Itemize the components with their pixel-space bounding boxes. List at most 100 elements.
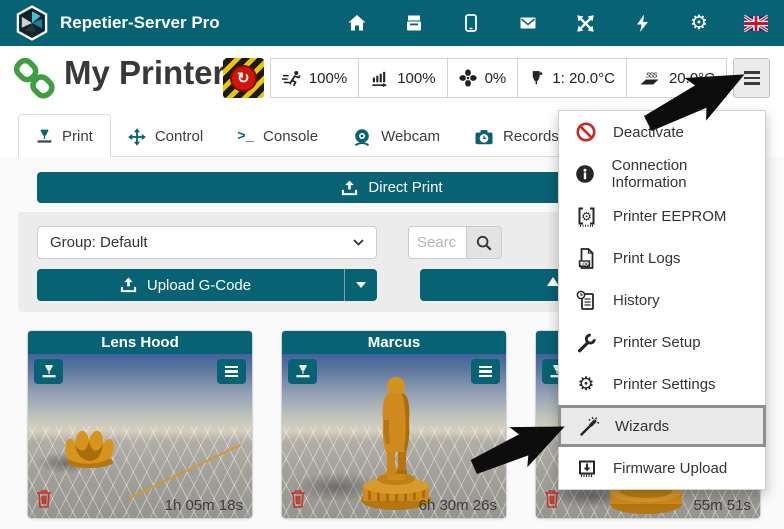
flow-value: 100% bbox=[397, 70, 435, 87]
menu-item-print-logs[interactable]: LOG Print Logs bbox=[559, 237, 765, 279]
print-time: 6h 30m 26s bbox=[419, 497, 497, 514]
mail-icon[interactable] bbox=[516, 11, 540, 35]
caret-down-icon bbox=[356, 282, 366, 288]
flow-bars-icon bbox=[370, 69, 389, 88]
group-select-value: Group: Default bbox=[50, 234, 148, 251]
estop-rotate-icon: ↻ bbox=[230, 65, 257, 92]
svg-text:LOG: LOG bbox=[580, 261, 590, 266]
group-select[interactable]: Group: Default bbox=[37, 226, 377, 259]
console-prompt-icon: >_ bbox=[237, 129, 254, 145]
speed-value: 100% bbox=[309, 70, 347, 87]
mobile-icon[interactable] bbox=[459, 11, 483, 35]
menu-item-label: Printer Setup bbox=[613, 334, 701, 351]
bolt-icon[interactable] bbox=[630, 11, 654, 35]
card-menu-button[interactable] bbox=[471, 359, 500, 384]
gcode-preview[interactable]: 6h 30m 26s bbox=[282, 354, 506, 518]
delete-button[interactable] bbox=[36, 489, 52, 513]
menu-item-label: Wizards bbox=[615, 418, 669, 435]
print-icon bbox=[41, 364, 57, 379]
language-flag-icon[interactable] bbox=[744, 11, 768, 35]
tab-bar: Print Control >_ Console Webcam Records bbox=[18, 114, 576, 157]
gcode-card-title: Marcus bbox=[282, 331, 506, 354]
fan-icon bbox=[459, 69, 477, 87]
tab-webcam[interactable]: Webcam bbox=[335, 116, 457, 157]
search-icon bbox=[475, 234, 493, 252]
delete-button[interactable] bbox=[290, 489, 306, 513]
tab-print-label: Print bbox=[62, 128, 93, 145]
tab-webcam-label: Webcam bbox=[381, 128, 440, 145]
menu-item-label: Printer EEPROM bbox=[613, 208, 726, 225]
webcam-icon bbox=[352, 127, 372, 147]
menu-item-wizards[interactable]: Wizards bbox=[558, 405, 766, 447]
upload-icon bbox=[341, 180, 358, 196]
card-print-button[interactable] bbox=[288, 359, 317, 384]
fan-status[interactable]: 0% bbox=[448, 58, 519, 98]
print-time: 55m 51s bbox=[693, 497, 751, 514]
speed-status[interactable]: 100% bbox=[270, 58, 359, 98]
navbar-icons: ⚙ bbox=[345, 0, 768, 46]
extruder-temp-status[interactable]: 1: 20.0°C bbox=[518, 58, 627, 98]
wrench-icon bbox=[574, 331, 598, 354]
delete-button[interactable] bbox=[544, 489, 560, 513]
search-button[interactable] bbox=[466, 226, 502, 259]
upload-icon bbox=[120, 277, 137, 293]
print-time: 1h 05m 18s bbox=[165, 497, 243, 514]
gcode-card: Marcus bbox=[282, 331, 506, 518]
card-print-button[interactable] bbox=[34, 359, 63, 384]
menu-item-label: Firmware Upload bbox=[613, 460, 727, 477]
home-icon[interactable] bbox=[345, 11, 369, 35]
heated-bed-icon: sss bbox=[638, 69, 661, 87]
upload-gcode-split-button: Upload G-Code bbox=[37, 269, 377, 301]
block-icon bbox=[574, 121, 598, 143]
records-camera-icon bbox=[474, 127, 494, 147]
menu-item-connection-information[interactable]: Connection Information bbox=[559, 153, 765, 195]
menu-item-printer-setup[interactable]: Printer Setup bbox=[559, 321, 765, 363]
trash-icon bbox=[290, 489, 306, 508]
printer-dropdown-menu: Deactivate Connection Information ⚙ Prin… bbox=[558, 110, 766, 490]
printer-icon[interactable] bbox=[402, 11, 426, 35]
search-input[interactable] bbox=[408, 226, 466, 259]
svg-text:⚙: ⚙ bbox=[581, 209, 592, 223]
menu-item-printer-settings[interactable]: ⚙ Printer Settings bbox=[559, 363, 765, 405]
history-icon bbox=[574, 289, 598, 312]
menu-item-printer-eeprom[interactable]: ⚙ Printer EEPROM bbox=[559, 195, 765, 237]
flow-status[interactable]: 100% bbox=[359, 58, 447, 98]
menu-item-history[interactable]: History bbox=[559, 279, 765, 321]
tab-console[interactable]: >_ Console bbox=[220, 116, 335, 157]
trash-icon bbox=[544, 489, 560, 508]
upload-gcode-button[interactable]: Upload G-Code bbox=[37, 269, 334, 301]
gear-icon: ⚙ bbox=[574, 375, 598, 394]
tab-control[interactable]: Control bbox=[111, 116, 220, 157]
menu-item-label: Printer Settings bbox=[613, 376, 716, 393]
connection-chain-icon bbox=[12, 56, 58, 102]
eeprom-chip-icon: ⚙ bbox=[574, 205, 598, 228]
gcode-card: Lens Hood 1h 05m 18s bbox=[28, 331, 252, 518]
menu-item-label: Print Logs bbox=[613, 250, 681, 267]
upload-gcode-label: Upload G-Code bbox=[147, 277, 251, 294]
info-icon bbox=[574, 163, 597, 185]
fan-value: 0% bbox=[485, 70, 507, 87]
magic-wand-icon bbox=[576, 415, 600, 438]
tab-records-label: Records bbox=[503, 128, 559, 145]
card-menu-button[interactable] bbox=[217, 359, 246, 384]
printer-name: My Printer bbox=[64, 54, 225, 92]
repetier-server-window: Repetier-Server Pro ⚙ bbox=[0, 0, 784, 529]
resize-arrows-icon[interactable] bbox=[573, 11, 597, 35]
menu-item-firmware-upload[interactable]: Firmware Upload bbox=[559, 447, 765, 489]
menu-item-label: History bbox=[613, 292, 660, 309]
gcode-preview[interactable]: 1h 05m 18s bbox=[28, 354, 252, 518]
svg-text:sss: sss bbox=[646, 70, 658, 80]
emergency-stop-button[interactable]: ↻ bbox=[223, 58, 264, 98]
extruder-icon bbox=[529, 69, 544, 87]
upload-gcode-dropdown-toggle[interactable] bbox=[344, 269, 377, 301]
gear-icon[interactable]: ⚙ bbox=[687, 11, 711, 35]
app-title: Repetier-Server Pro bbox=[60, 13, 220, 33]
repetier-logo-icon bbox=[14, 4, 50, 42]
log-document-icon: LOG bbox=[574, 247, 598, 270]
control-move-icon bbox=[128, 128, 146, 146]
lens-hood-model bbox=[54, 418, 126, 474]
marcus-statue-model bbox=[340, 360, 450, 512]
tab-print[interactable]: Print bbox=[18, 114, 111, 157]
chevron-down-icon bbox=[353, 239, 364, 246]
top-navbar: Repetier-Server Pro ⚙ bbox=[0, 0, 784, 46]
